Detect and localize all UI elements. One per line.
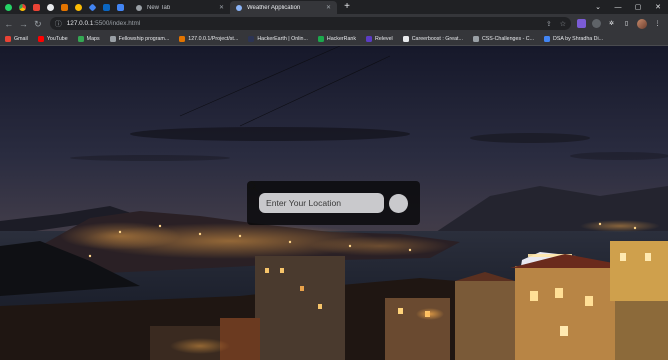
- bookmark-label: Fellowship program...: [118, 36, 170, 42]
- pinned-tab-linkedin[interactable]: [101, 0, 112, 14]
- bookmark-maps[interactable]: Maps: [77, 36, 100, 42]
- pinned-tab-sidebar[interactable]: [115, 0, 126, 14]
- cloud-icon: [236, 4, 242, 11]
- bookmark-label: HackerRank: [326, 36, 357, 42]
- bookmark-hackerrank[interactable]: HackerRank: [317, 36, 357, 42]
- menu-kebab-icon[interactable]: ⋮: [653, 19, 662, 28]
- maximize-icon[interactable]: ▢: [628, 3, 648, 11]
- profile-avatar[interactable]: [637, 18, 647, 29]
- pinned-tab-diamond[interactable]: [87, 0, 98, 14]
- gmail-icon: [5, 36, 11, 42]
- whatsapp-icon: [5, 3, 12, 11]
- reload-icon[interactable]: ↻: [32, 18, 44, 30]
- pinned-tab-page[interactable]: [59, 0, 70, 14]
- bookmark-star-icon[interactable]: ☆: [560, 20, 566, 28]
- pinned-tab-whatsapp[interactable]: [3, 0, 14, 14]
- close-tab-icon[interactable]: ✕: [219, 4, 224, 11]
- pinned-tab-gmail[interactable]: [31, 0, 42, 14]
- bookmark-label: Careerboost : Great...: [411, 36, 463, 42]
- dsa-icon: [544, 36, 551, 42]
- hackerrank-icon: [317, 36, 324, 42]
- tab-new-tab[interactable]: New Tab ✕: [130, 1, 230, 14]
- page-icon: [472, 36, 479, 42]
- puzzle-icon[interactable]: ✲: [607, 19, 616, 28]
- close-tab-icon[interactable]: ✕: [326, 4, 331, 11]
- search-card: [247, 181, 420, 225]
- bookmark-label: HackerEarth | Onlin...: [257, 36, 308, 42]
- bookmark-label: Gmail: [14, 36, 28, 42]
- tab-label: New Tab: [147, 4, 171, 11]
- lightbulb-icon: [75, 3, 82, 11]
- globe-icon: [136, 4, 142, 11]
- settings-extension-icon[interactable]: [592, 19, 601, 28]
- youtube-icon: [37, 36, 44, 42]
- url-host: 127.0.0.1: [66, 20, 94, 27]
- chrome-icon: [19, 3, 26, 11]
- bookmark-css-challenges[interactable]: CSS-Challenges - C...: [472, 36, 535, 42]
- browser-toolbar: ← → ↻ ⓘ 127.0.0.1 :5500/index.html ⇪ ☆ ✲…: [0, 14, 668, 33]
- gmail-icon: [33, 3, 40, 11]
- magnifier-icon: [247, 181, 258, 192]
- pinned-tab-chrome[interactable]: [17, 0, 28, 14]
- tab-label: Weather Application: [247, 4, 301, 11]
- sidebar-icon: [117, 3, 124, 11]
- bookmark-gmail[interactable]: Gmail: [5, 36, 28, 42]
- bookmark-label: CSS-Challenges - C...: [481, 36, 535, 42]
- page-icon: [179, 36, 186, 42]
- close-window-icon[interactable]: ✕: [648, 3, 668, 11]
- forward-icon[interactable]: →: [18, 18, 30, 30]
- hackerearth-icon: [248, 36, 255, 42]
- url-path: :5500/index.html: [93, 20, 141, 27]
- search-button[interactable]: [247, 181, 408, 213]
- bookmark-label: DSA by Shradha Di...: [553, 36, 604, 42]
- site-info-icon[interactable]: ⓘ: [55, 19, 62, 29]
- globe-icon: [109, 36, 116, 42]
- new-tab-button[interactable]: +: [341, 1, 353, 13]
- bookmark-youtube[interactable]: YouTube: [37, 36, 68, 42]
- bookmarks-bar: Gmail YouTube Maps Fellowship program...…: [0, 33, 668, 46]
- github-icon: [47, 3, 54, 11]
- address-bar[interactable]: ⓘ 127.0.0.1 :5500/index.html ⇪ ☆: [49, 17, 571, 30]
- extension-icon[interactable]: [577, 19, 586, 28]
- bookmark-label: 127.0.0.1/Project/st...: [188, 36, 239, 42]
- side-panel-icon[interactable]: ▯: [622, 19, 631, 28]
- minimize-icon[interactable]: —: [608, 4, 628, 11]
- bookmark-fellowship[interactable]: Fellowship program...: [109, 36, 170, 42]
- linkedin-icon: [103, 3, 110, 11]
- weather-app-page: [0, 46, 668, 360]
- chevron-down-icon[interactable]: ⌄: [588, 3, 608, 11]
- location-search-input[interactable]: [259, 193, 384, 213]
- pinned-tab-github[interactable]: [45, 0, 56, 14]
- bookmark-localhost-project[interactable]: 127.0.0.1/Project/st...: [179, 36, 238, 42]
- bookmark-dsa[interactable]: DSA by Shradha Di...: [544, 36, 603, 42]
- share-icon[interactable]: ⇪: [546, 20, 552, 28]
- google-icon: [402, 36, 409, 42]
- tab-weather-application[interactable]: Weather Application ✕: [230, 1, 337, 14]
- back-icon[interactable]: ←: [3, 18, 15, 30]
- bookmark-label: Maps: [86, 36, 100, 42]
- pinned-tab-lightbulb[interactable]: [73, 0, 84, 14]
- relevel-icon: [366, 36, 373, 42]
- bookmark-careerboost[interactable]: Careerboost : Great...: [402, 36, 463, 42]
- maps-pin-icon: [77, 36, 84, 42]
- bookmark-hackerearth[interactable]: HackerEarth | Onlin...: [248, 36, 308, 42]
- extensions-area: ✲ ▯ ⋮: [577, 18, 668, 29]
- page-icon: [61, 3, 68, 11]
- window-controls: ⌄ — ▢ ✕: [588, 0, 668, 14]
- bookmark-relevel[interactable]: Relevel: [366, 36, 393, 42]
- bookmark-label: YouTube: [46, 36, 68, 42]
- diamond-icon: [88, 3, 97, 11]
- bookmark-label: Relevel: [375, 36, 393, 42]
- tab-strip: New Tab ✕ Weather Application ✕ + ⌄ — ▢ …: [0, 0, 668, 14]
